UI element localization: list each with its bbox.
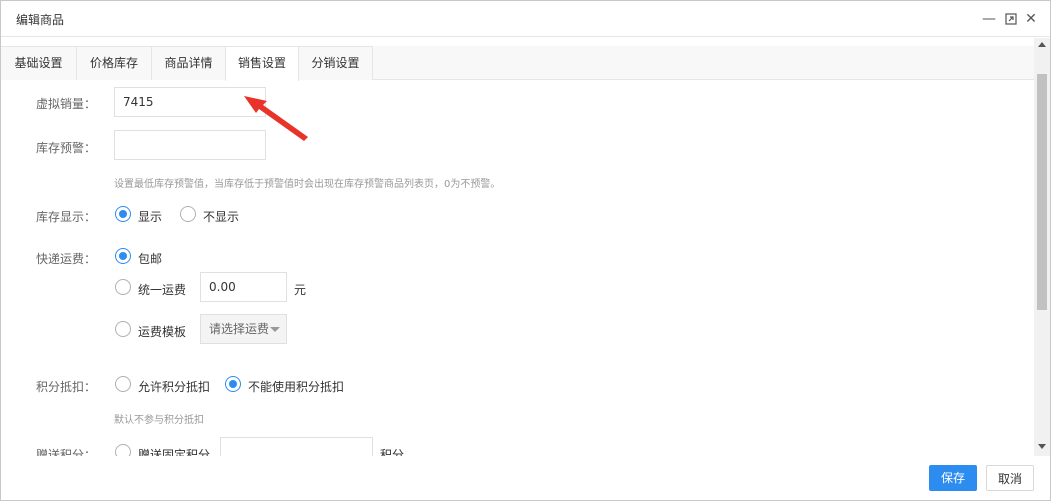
scrollbar[interactable] [1034,38,1050,456]
tab-sales-settings[interactable]: 销售设置 [225,46,299,81]
points-allow-radio[interactable] [115,376,131,392]
gift-points-text: 赠送固定积分 [138,448,211,456]
shipping-unified-radio[interactable] [115,279,131,295]
dialog-title: 编辑商品 [16,13,65,27]
points-deduct-label: 积分抵扣： [35,380,96,394]
virtual-sales-label: 虚拟销量： [35,97,96,111]
stock-display-label: 库存显示： [35,210,96,224]
stock-warning-hint: 设置最低库存预警值，当库存低于预警值时会出现在库存预警商品列表页，0为不预警。 [114,179,501,190]
sales-settings-panel: 虚拟销量： 7415 库存预警： 设置最低库存预警值，当库存低于预警值时会出现在… [1,81,1034,456]
chevron-down-icon [270,327,280,332]
minimize-icon[interactable]: — [981,11,997,27]
tab-price-stock[interactable]: 价格库存 [77,46,152,80]
stock-warning-input[interactable] [114,130,266,160]
scroll-down-icon[interactable] [1038,444,1046,449]
shipping-unified-input[interactable]: 0.00 [200,272,287,302]
close-icon[interactable]: ✕ [1023,11,1039,27]
shipping-template-select[interactable]: 请选择运费 [200,314,287,344]
points-deduct-hint: 默认不参与积分抵扣 [114,415,204,426]
tab-bar: 基础设置 价格库存 商品详情 销售设置 分销设置 [1,46,1034,81]
maximize-icon[interactable] [1003,11,1019,27]
shipping-unit-text: 元 [294,283,307,297]
stock-display-show-text: 显示 [138,210,163,224]
shipping-label: 快递运费： [35,252,96,266]
points-disallow-text: 不能使用积分抵扣 [248,380,345,394]
stock-display-show-radio[interactable] [115,206,131,222]
points-allow-text: 允许积分抵扣 [138,380,211,394]
shipping-unified-text: 统一运费 [138,283,187,297]
shipping-free-radio[interactable] [115,248,131,264]
shipping-template-text: 运费模板 [138,325,187,339]
gift-points-radio[interactable] [115,444,131,456]
stock-display-hide-text: 不显示 [203,210,240,224]
scrollbar-thumb[interactable] [1037,74,1047,310]
edit-product-dialog: 编辑商品 — ✕ 基础设置 价格库存 商品详情 销售设置 分销设置 虚拟销量： … [0,0,1051,501]
virtual-sales-input[interactable]: 7415 [114,87,266,117]
dialog-footer: 保存 取消 [1,456,1050,500]
gift-points-unit: 积分 [380,448,405,456]
stock-warning-label: 库存预警： [35,141,96,155]
tab-distribution-settings[interactable]: 分销设置 [299,46,373,80]
shipping-template-radio[interactable] [115,321,131,337]
tab-product-details[interactable]: 商品详情 [152,46,226,80]
title-bar: 编辑商品 — ✕ [1,1,1050,37]
points-disallow-radio[interactable] [225,376,241,392]
scroll-up-icon[interactable] [1038,42,1046,47]
gift-points-input[interactable] [220,437,373,456]
tab-basic-settings[interactable]: 基础设置 [1,46,77,80]
stock-display-hide-radio[interactable] [180,206,196,222]
save-button[interactable]: 保存 [929,465,977,491]
gift-points-label: 赠送积分： [35,448,96,456]
shipping-free-text: 包邮 [138,252,163,266]
shipping-template-placeholder: 请选择运费 [209,322,270,336]
cancel-button[interactable]: 取消 [986,465,1034,491]
